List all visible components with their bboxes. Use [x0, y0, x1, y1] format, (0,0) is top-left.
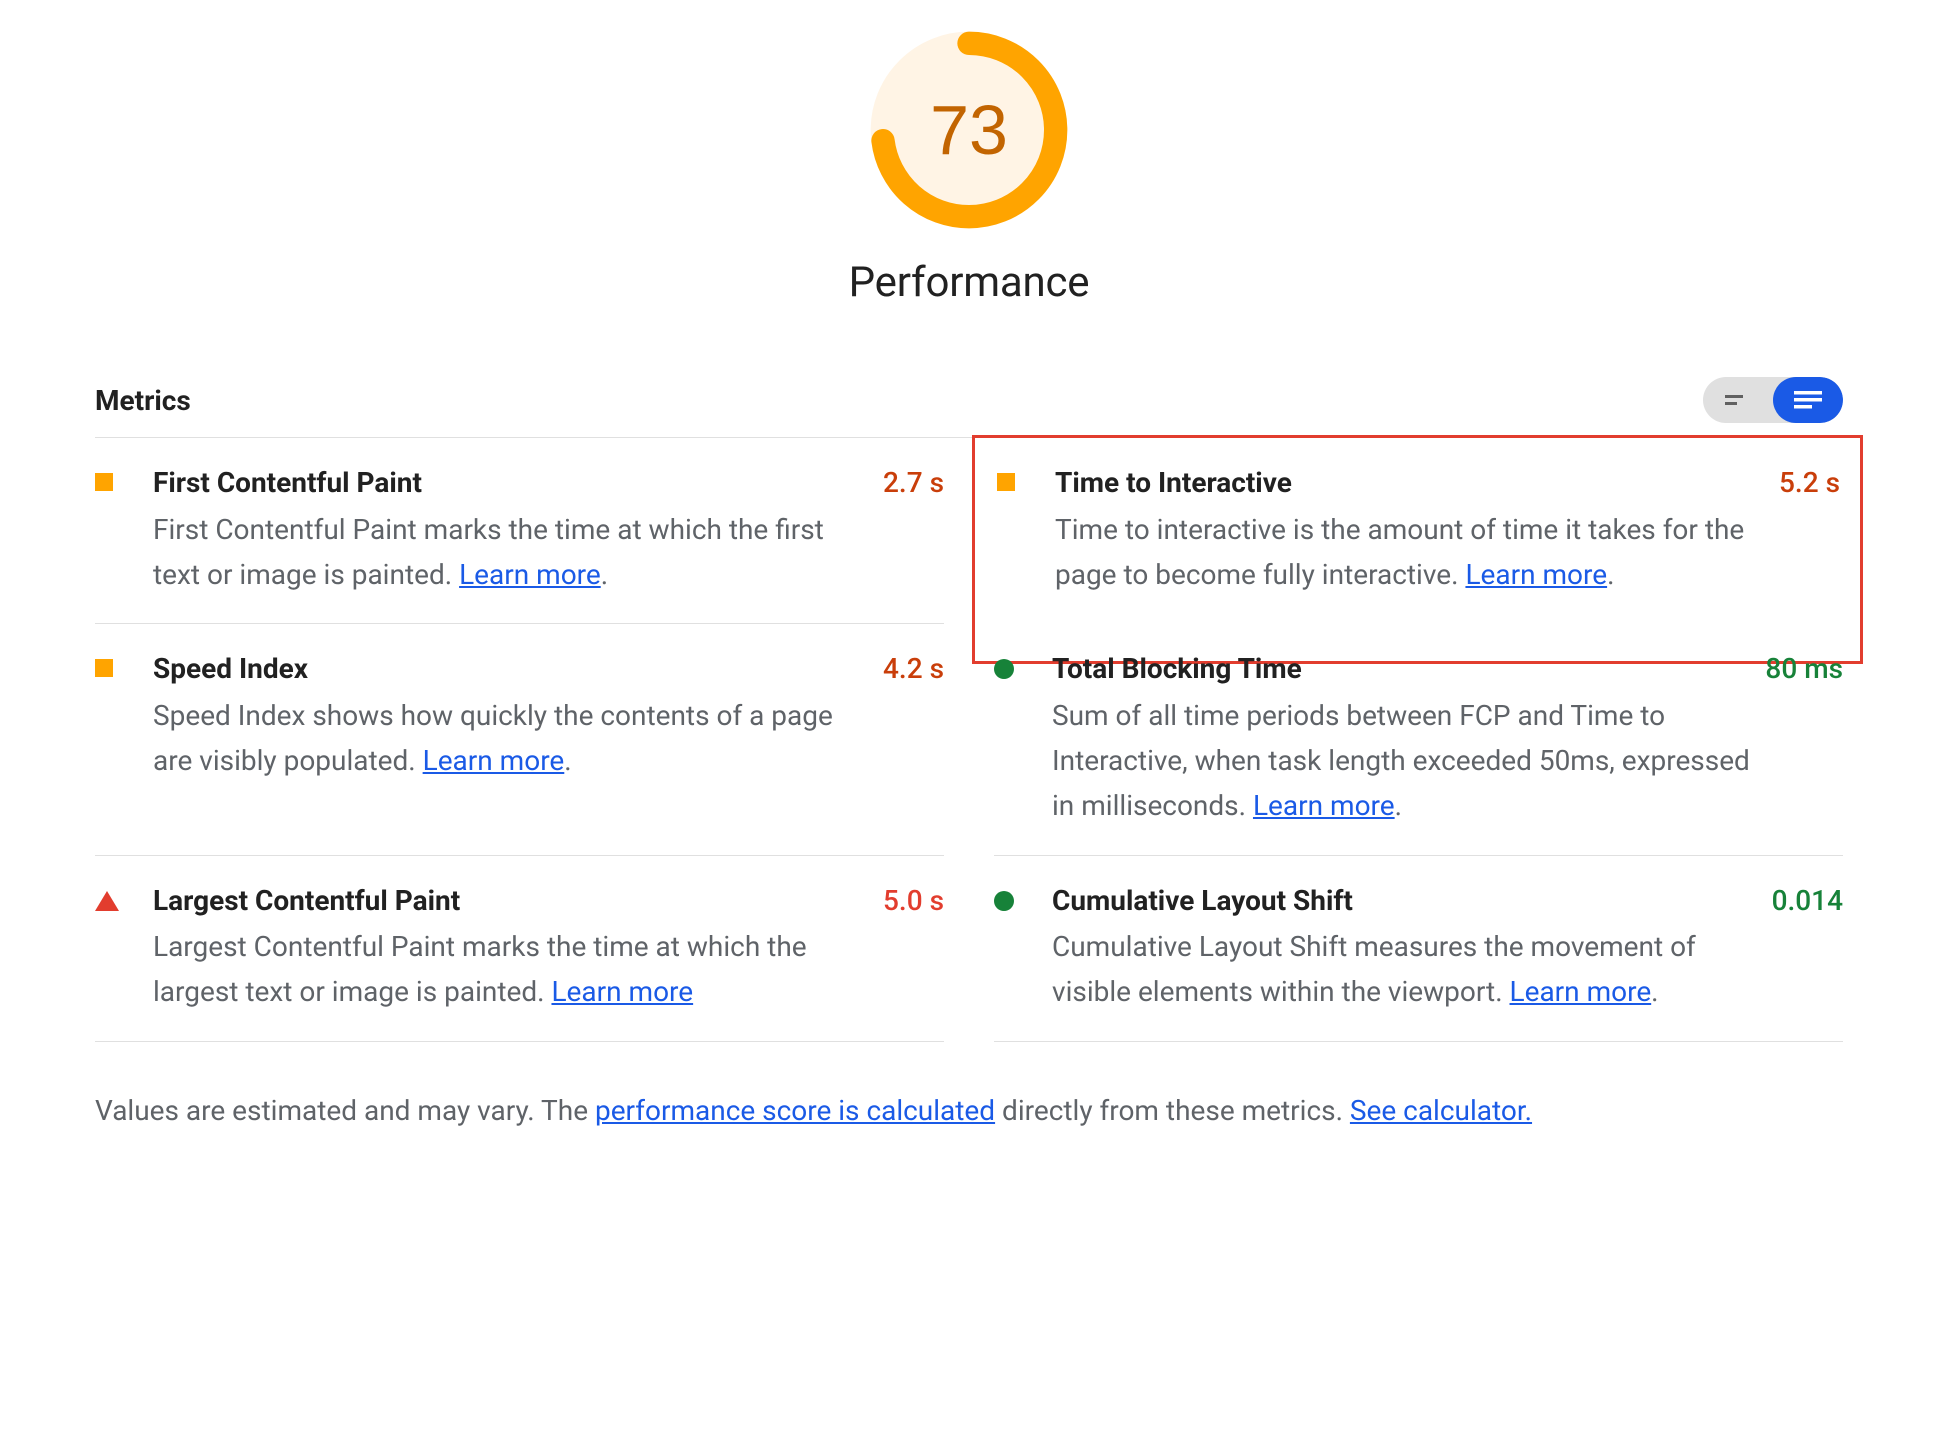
metric-body: First Contentful Paint First Contentful P…: [153, 464, 883, 597]
triangle-fail-icon: [95, 891, 119, 911]
metric-body: Total Blocking Time Sum of all time perio…: [1052, 650, 1765, 828]
square-average-icon: [95, 473, 113, 491]
metric-title: Total Blocking Time: [1052, 650, 1753, 688]
metric-description-period: .: [564, 744, 571, 777]
square-average-icon: [95, 659, 113, 677]
metric-status-icon: [95, 650, 153, 677]
footnote: Values are estimated and may vary. The p…: [95, 1090, 1843, 1132]
performance-gauge: 73 Performance: [95, 30, 1843, 307]
square-average-icon: [997, 473, 1015, 491]
learn-more-link[interactable]: Learn more: [459, 558, 601, 591]
metric-status-icon: [994, 650, 1052, 679]
learn-more-link[interactable]: Learn more: [423, 744, 565, 777]
metric-value: 2.7 s: [883, 464, 944, 499]
metric-si: Speed Index Speed Index shows how quickly…: [95, 624, 944, 855]
metric-lcp: Largest Contentful Paint Largest Contentf…: [95, 856, 944, 1042]
metric-body: Largest Contentful Paint Largest Contentf…: [153, 882, 883, 1015]
metric-description-period: .: [601, 558, 608, 591]
gauge-score-value: 73: [869, 30, 1069, 230]
expand-icon: [1794, 391, 1822, 409]
footnote-link-calculator[interactable]: See calculator.: [1350, 1094, 1532, 1127]
metric-description-period: .: [1651, 975, 1658, 1008]
metric-description: Sum of all time periods between FCP and …: [1052, 694, 1753, 828]
metric-description-period: .: [1395, 789, 1402, 822]
learn-more-link[interactable]: Learn more: [1510, 975, 1652, 1008]
collapse-icon: [1725, 393, 1751, 407]
description-toggle[interactable]: [1703, 377, 1843, 423]
metric-description-text: Time to interactive is the amount of tim…: [1055, 513, 1744, 591]
metric-value: 80 ms: [1765, 650, 1843, 685]
category-title: Performance: [849, 258, 1090, 307]
toggle-expand-button[interactable]: [1773, 377, 1843, 423]
metric-status-icon: [994, 882, 1052, 911]
learn-more-link[interactable]: Learn more: [1465, 558, 1607, 591]
metric-description-period: .: [1607, 558, 1614, 591]
metric-description: Speed Index shows how quickly the conten…: [153, 694, 871, 784]
learn-more-link[interactable]: Learn more: [551, 975, 693, 1008]
metric-value: 5.2 s: [1779, 464, 1840, 499]
metric-fcp: First Contentful Paint First Contentful P…: [95, 438, 944, 624]
footnote-middle: directly from these metrics.: [995, 1094, 1350, 1127]
metric-description-text: Largest Contentful Paint marks the time …: [153, 930, 807, 1008]
metric-description: Cumulative Layout Shift measures the mov…: [1052, 925, 1760, 1015]
learn-more-link[interactable]: Learn more: [1253, 789, 1395, 822]
metric-title: Cumulative Layout Shift: [1052, 882, 1760, 920]
metric-title: Speed Index: [153, 650, 871, 688]
circle-pass-icon: [994, 891, 1014, 911]
metric-value: 0.014: [1772, 882, 1843, 917]
metric-title: Largest Contentful Paint: [153, 882, 871, 920]
metric-body: Speed Index Speed Index shows how quickly…: [153, 650, 883, 783]
metric-description: Largest Contentful Paint marks the time …: [153, 925, 871, 1015]
metric-value: 4.2 s: [883, 650, 944, 685]
score-gauge: 73: [869, 30, 1069, 230]
metric-status-icon: [95, 464, 153, 491]
metric-title: First Contentful Paint: [153, 464, 871, 502]
metric-cls: Cumulative Layout Shift Cumulative Layout…: [994, 856, 1843, 1042]
metric-value: 5.0 s: [883, 882, 944, 917]
footnote-link-calculated[interactable]: performance score is calculated: [595, 1094, 995, 1127]
footnote-prefix: Values are estimated and may vary. The: [95, 1094, 595, 1127]
metric-title: Time to Interactive: [1055, 464, 1767, 502]
toggle-collapse-button[interactable]: [1703, 377, 1773, 423]
metric-body: Time to Interactive Time to interactive i…: [1055, 464, 1779, 597]
metric-status-icon: [95, 882, 153, 911]
metrics-heading: Metrics: [95, 384, 191, 417]
metric-description: Time to interactive is the amount of tim…: [1055, 508, 1767, 598]
circle-pass-icon: [994, 659, 1014, 679]
metric-description: First Contentful Paint marks the time at…: [153, 508, 871, 598]
metric-status-icon: [997, 464, 1055, 491]
metric-body: Cumulative Layout Shift Cumulative Layout…: [1052, 882, 1772, 1015]
metric-tbt: Total Blocking Time Sum of all time perio…: [994, 624, 1843, 855]
